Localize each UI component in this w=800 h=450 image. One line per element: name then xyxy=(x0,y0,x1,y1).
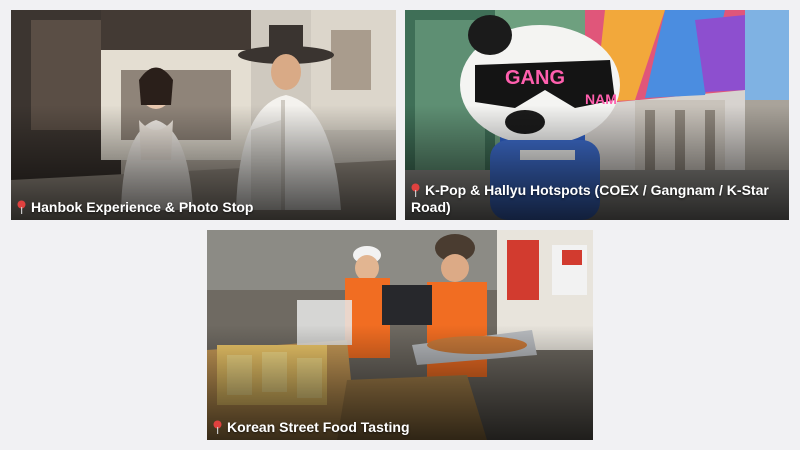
statue-sign-text-1: GANG xyxy=(505,67,565,89)
card-caption: Hanbok Experience & Photo Stop xyxy=(17,199,388,216)
card-title: Korean Street Food Tasting xyxy=(227,419,410,435)
card-kpop-hallyu-hotspots[interactable]: GANG NAM K-Pop & Hallyu Hotspots (COEX /… xyxy=(405,10,789,220)
card-korean-street-food[interactable]: Korean Street Food Tasting xyxy=(207,230,593,440)
card-hanbok-experience[interactable]: Hanbok Experience & Photo Stop xyxy=(11,10,396,220)
map-pin-icon xyxy=(213,420,222,434)
card-caption: Korean Street Food Tasting xyxy=(213,419,585,436)
card-title: K-Pop & Hallyu Hotspots (COEX / Gangnam … xyxy=(411,182,769,215)
card-caption: K-Pop & Hallyu Hotspots (COEX / Gangnam … xyxy=(411,182,781,216)
map-pin-icon xyxy=(411,183,420,197)
card-title: Hanbok Experience & Photo Stop xyxy=(31,199,254,215)
map-pin-icon xyxy=(17,200,26,214)
